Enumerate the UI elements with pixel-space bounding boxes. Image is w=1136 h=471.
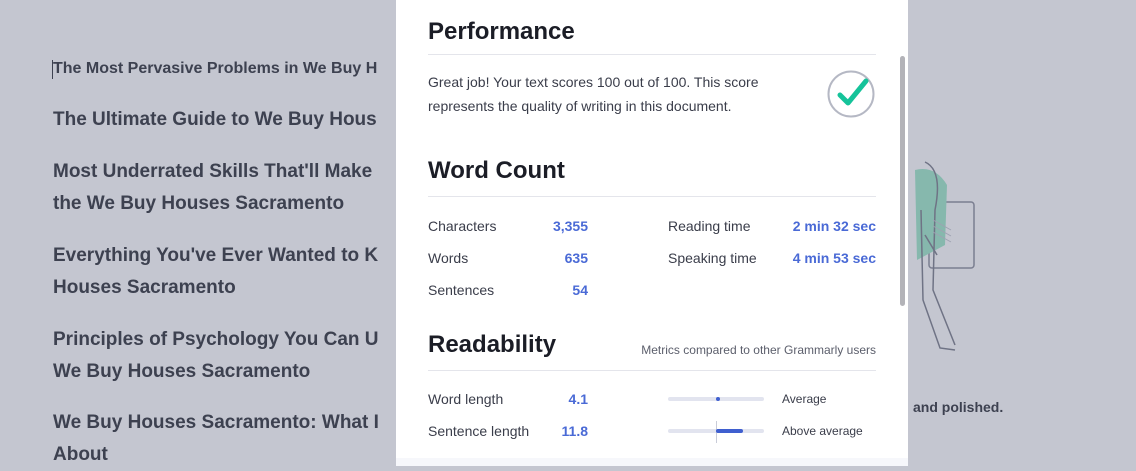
doc-side-text: and polished. xyxy=(913,399,1004,415)
metric-comparison-sentence-length: Above average xyxy=(782,424,863,438)
doc-list-item-line: The Ultimate Guide to We Buy Hous xyxy=(53,109,377,130)
doc-list-item-line: We Buy Houses Sacramento xyxy=(53,361,311,382)
stat-label-words: Words xyxy=(428,250,469,266)
check-circle-icon xyxy=(827,70,875,118)
metric-bar-fill xyxy=(715,397,720,401)
doc-heading: The Most Pervasive Problems in We Buy H xyxy=(53,60,378,77)
doc-list-item: Most Underrated Skills That'll Make the … xyxy=(53,156,372,220)
performance-text: Great job! Your text scores 100 out of 1… xyxy=(428,74,759,114)
doc-list-item-line: Principles of Psychology You Can U xyxy=(53,329,379,350)
doc-list-item: We Buy Houses Sacramento: What I About xyxy=(53,407,379,471)
divider xyxy=(428,196,876,197)
stat-value-reading-time: 2 min 32 sec xyxy=(792,218,876,234)
stat-value-words: 635 xyxy=(564,250,588,266)
readability-title: Readability xyxy=(428,331,557,358)
modal-bottom-edge xyxy=(396,458,908,466)
doc-list-item-line: We Buy Houses Sacramento: What I xyxy=(53,412,379,433)
scrollbar[interactable] xyxy=(900,56,905,306)
metric-value-word-length: 4.1 xyxy=(568,391,588,407)
metric-bar-sentence-length xyxy=(668,421,764,443)
metric-value-sentence-length: 11.8 xyxy=(561,423,588,439)
metric-label-sentence-length: Sentence length xyxy=(428,423,530,439)
divider xyxy=(428,54,876,55)
stat-label-characters: Characters xyxy=(428,218,497,234)
metric-comparison-word-length: Average xyxy=(782,392,827,406)
metric-bar-word-length xyxy=(668,397,764,401)
doc-list-item-line: the We Buy Houses Sacramento xyxy=(53,193,345,214)
stat-value-sentences: 54 xyxy=(572,282,588,298)
stat-value-characters: 3,355 xyxy=(552,218,588,234)
readability-note: Metrics compared to other Grammarly user… xyxy=(641,343,876,357)
doc-list-item-line: Everything You've Ever Wanted to K xyxy=(53,245,379,266)
doc-list-item-line: Most Underrated Skills That'll Make xyxy=(53,161,373,182)
performance-title: Performance xyxy=(428,18,575,45)
doc-list-item: Everything You've Ever Wanted to K House… xyxy=(53,240,378,304)
doc-list-item: The Ultimate Guide to We Buy Hous xyxy=(53,104,377,136)
doc-list-item: Principles of Psychology You Can U We Bu… xyxy=(53,324,379,388)
stat-label-reading-time: Reading time xyxy=(668,218,751,234)
divider xyxy=(428,370,876,371)
metric-bar-fill xyxy=(716,429,743,433)
stat-label-speaking-time: Speaking time xyxy=(668,250,757,266)
statistics-modal: Performance Great job! Your text scores … xyxy=(396,0,908,466)
stat-value-speaking-time: 4 min 53 sec xyxy=(792,250,876,266)
stat-label-sentences: Sentences xyxy=(428,282,495,298)
person-illustration xyxy=(915,161,975,351)
metric-label-word-length: Word length xyxy=(428,391,504,407)
doc-list-item-line: Houses Sacramento xyxy=(53,277,236,298)
doc-list-item-line: About xyxy=(53,444,108,465)
word-count-title: Word Count xyxy=(428,157,565,184)
